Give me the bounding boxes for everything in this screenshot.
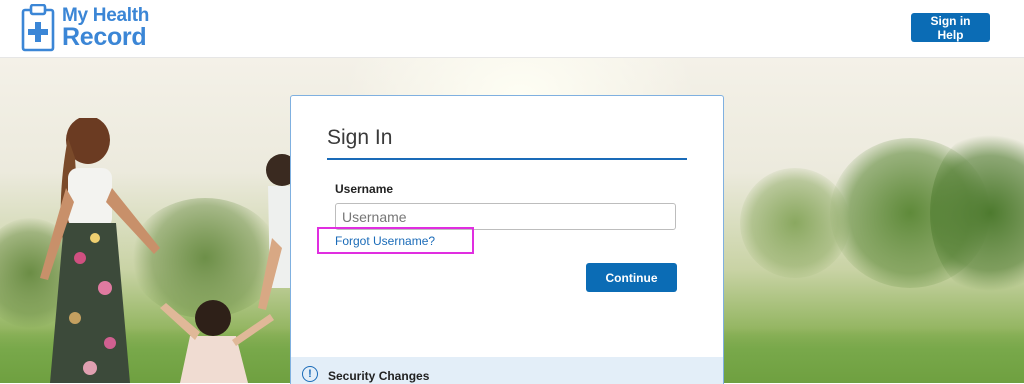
- continue-button[interactable]: Continue: [586, 263, 677, 292]
- username-label: Username: [335, 182, 394, 196]
- username-input[interactable]: [335, 203, 676, 230]
- forgot-username-link[interactable]: Forgot Username?: [335, 234, 435, 248]
- sign-in-help-button[interactable]: Sign in Help: [911, 13, 990, 42]
- header: My Health Record Sign in Help: [0, 0, 1024, 58]
- sign-in-title: Sign In: [327, 126, 393, 149]
- my-health-record-logo[interactable]: My Health Record: [21, 4, 149, 52]
- security-changes-notice[interactable]: ! Security Changes: [291, 357, 723, 384]
- sign-in-card: Sign In Username Forgot Username? Contin…: [290, 95, 724, 384]
- family-photo-people: [40, 118, 310, 383]
- security-changes-label: Security Changes: [328, 369, 430, 383]
- info-icon: !: [302, 366, 318, 382]
- logo-line-2: Record: [62, 23, 147, 51]
- title-divider: [327, 158, 687, 160]
- logo-wordmark: My Health Record: [62, 6, 149, 50]
- clipboard-plus-icon: [21, 4, 55, 52]
